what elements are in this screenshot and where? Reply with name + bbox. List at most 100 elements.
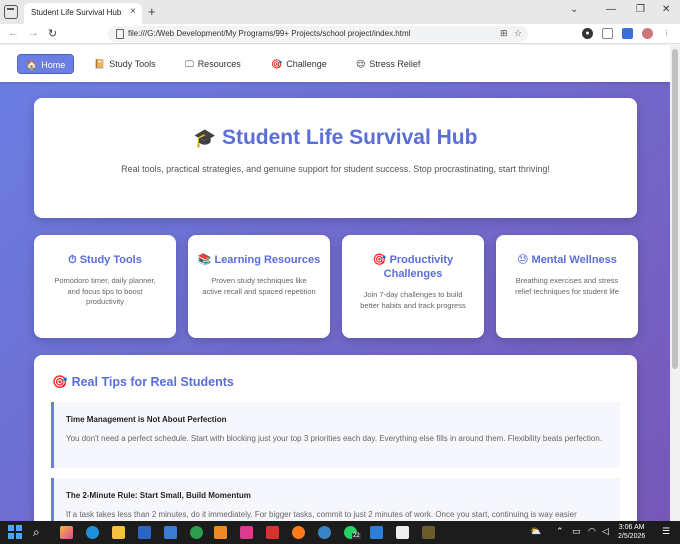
browser-tab[interactable]: Student Life Survival Hub × xyxy=(24,3,142,24)
tip-title: The 2-Minute Rule: Start Small, Build Mo… xyxy=(66,491,251,500)
feature-title-text: Study Tools xyxy=(79,254,142,266)
browser-tab-bar: Student Life Survival Hub × + ⌄ — ❐ ✕ xyxy=(0,0,680,24)
firefox-icon[interactable] xyxy=(292,526,305,539)
nav-challenge[interactable]: 🎯 Challenge xyxy=(263,54,335,74)
hero-subtitle: Real tools, practical strategies, and ge… xyxy=(121,164,550,174)
notion-icon[interactable] xyxy=(396,526,409,539)
vlc-icon[interactable] xyxy=(214,526,227,539)
feature-card-study-tools[interactable]: ⏱ Study Tools Pomodoro timer, daily plann… xyxy=(34,235,176,338)
back-button[interactable]: ← xyxy=(8,27,19,39)
close-window-button[interactable]: ✕ xyxy=(662,4,670,15)
feature-description: Pomodoro timer, daily planner, and focus… xyxy=(54,276,156,306)
target-icon: 🎯 xyxy=(52,375,68,389)
scrollbar-thumb[interactable] xyxy=(672,49,678,369)
tip-title: Time Management is Not About Perfection xyxy=(66,415,227,424)
feature-card-learning-resources[interactable]: 📚 Learning Resources Proven study techniq… xyxy=(188,235,330,338)
tip-item: The 2-Minute Rule: Start Small, Build Mo… xyxy=(51,478,620,521)
target-icon: 🎯 xyxy=(271,59,283,69)
wifi-icon[interactable]: ◠ xyxy=(588,526,596,537)
notification-badge: 22 xyxy=(352,533,361,539)
feature-title-text: Mental Wellness xyxy=(531,254,617,266)
browser-app-icon[interactable] xyxy=(318,526,331,539)
weather-icon[interactable]: ⛅ xyxy=(530,526,541,537)
vscode-icon[interactable] xyxy=(370,526,383,539)
feature-card-productivity-challenges[interactable]: 🎯 Productivity Challenges Join 7-day chal… xyxy=(342,235,484,338)
tray-chevron-icon[interactable]: ⌃ xyxy=(556,526,564,537)
edge-browser-icon[interactable] xyxy=(86,526,99,539)
extension-badge-icon[interactable] xyxy=(622,28,633,39)
target-icon: 🎯 xyxy=(372,254,387,266)
nav-resources[interactable]: 🖵 Resources xyxy=(177,54,249,74)
tab-search-chevron-icon[interactable]: ⌄ xyxy=(570,4,578,15)
site-navbar: 🏠 Home 📔 Study Tools 🖵 Resources 🎯 Challenge… xyxy=(0,45,670,82)
wps-office-icon[interactable] xyxy=(266,526,279,539)
clock-date: 2/5/2026 xyxy=(618,533,646,540)
tips-title: 🎯 Real Tips for Real Students xyxy=(52,375,234,390)
feature-title: 📚 Learning Resources xyxy=(188,253,330,267)
minimize-button[interactable]: — xyxy=(606,4,616,15)
tab-title: Student Life Survival Hub xyxy=(31,8,122,17)
extension-puzzle-icon[interactable] xyxy=(602,28,613,39)
hero-title: 🎓 Student Life Survival Hub xyxy=(34,126,637,150)
nav-home-label: Home xyxy=(41,60,66,70)
tips-title-text: Real Tips for Real Students xyxy=(71,375,234,389)
feature-title: 😓 Mental Wellness xyxy=(496,253,638,267)
tip-body: If a task takes less than 2 minutes, do … xyxy=(66,510,577,519)
feature-description: Join 7-day challenges to build better ha… xyxy=(360,290,466,310)
nav-study-tools[interactable]: 📔 Study Tools xyxy=(86,54,164,74)
volume-icon[interactable]: ◁ xyxy=(602,526,609,537)
browser-toolbar: ← → ↻ file:///G:/Web Development/My Prog… xyxy=(0,24,680,44)
clock[interactable]: 3:06 AM 2/5/2026 xyxy=(618,523,645,541)
reload-button[interactable]: ↻ xyxy=(48,27,57,40)
taskbar: ⌕ 22 ⛅ ⌃ ▭ ◠ ◁ 3:06 AM 2/5/2026 ☰ xyxy=(0,521,680,544)
forward-button[interactable]: → xyxy=(28,27,39,39)
home-icon: 🏠 xyxy=(26,60,38,70)
store-icon[interactable] xyxy=(138,526,151,539)
notifications-icon[interactable]: ☰ xyxy=(662,526,670,537)
feature-title-text: Learning Resources xyxy=(214,254,321,266)
address-bar[interactable]: file:///G:/Web Development/My Programs/9… xyxy=(108,26,528,42)
feature-description: Breathing exercises and stress relief te… xyxy=(515,276,619,296)
profile-avatar[interactable] xyxy=(642,28,653,39)
weary-face-icon: 😓 xyxy=(517,254,529,266)
new-tab-button[interactable]: + xyxy=(148,4,156,19)
relieved-face-icon: 😌 xyxy=(356,59,366,69)
nav-study-tools-label: Study Tools xyxy=(109,59,156,69)
feature-title-text: Productivity Challenges xyxy=(383,254,454,280)
tip-item: Time Management is Not About Perfection … xyxy=(51,402,620,468)
notebook-icon: 📔 xyxy=(94,59,106,69)
nav-home[interactable]: 🏠 Home xyxy=(17,54,75,74)
feature-title: ⏱ Study Tools xyxy=(34,253,176,267)
url-text: file:///G:/Web Development/My Programs/9… xyxy=(128,29,411,38)
nav-challenge-label: Challenge xyxy=(286,59,327,69)
tips-card: 🎯 Real Tips for Real Students Time Manage… xyxy=(34,355,637,521)
graduation-cap-icon: 🎓 xyxy=(193,128,216,148)
page-viewport: 🏠 Home 📔 Study Tools 🖵 Resources 🎯 Challenge… xyxy=(0,45,670,521)
search-icon[interactable]: ⌕ xyxy=(33,525,40,540)
nav-resources-label: Resources xyxy=(197,59,241,69)
copilot-icon[interactable] xyxy=(60,526,73,539)
menu-icon[interactable]: ⋮ xyxy=(661,28,672,39)
tab-actions-icon[interactable] xyxy=(4,5,18,19)
hero-title-text: Student Life Survival Hub xyxy=(221,126,478,149)
instagram-icon[interactable] xyxy=(240,526,253,539)
network-icon[interactable]: ▭ xyxy=(572,526,581,537)
feature-card-mental-wellness[interactable]: 😓 Mental Wellness Breathing exercises and… xyxy=(496,235,638,338)
bookmark-star-icon[interactable]: ☆ xyxy=(514,28,522,39)
nav-stress-relief[interactable]: 😌 Stress Relief xyxy=(348,54,428,74)
page-scrollbar[interactable] xyxy=(670,45,680,521)
close-tab-icon[interactable]: × xyxy=(130,6,136,17)
install-app-icon[interactable]: ⊞ xyxy=(500,28,508,39)
file-icon xyxy=(116,29,124,39)
clock-time: 3:06 AM xyxy=(618,524,645,531)
app-icon[interactable] xyxy=(422,526,435,539)
tip-body: You don't need a perfect schedule. Start… xyxy=(66,434,603,443)
mail-icon[interactable] xyxy=(164,526,177,539)
nav-stress-relief-label: Stress Relief xyxy=(369,59,421,69)
extension-icon[interactable]: ● xyxy=(582,28,593,39)
windows-start-icon[interactable] xyxy=(8,525,23,540)
books-icon: 📚 xyxy=(197,254,212,266)
file-explorer-icon[interactable] xyxy=(112,526,125,539)
maximize-button[interactable]: ❐ xyxy=(636,4,645,15)
chrome-icon[interactable] xyxy=(190,526,203,539)
